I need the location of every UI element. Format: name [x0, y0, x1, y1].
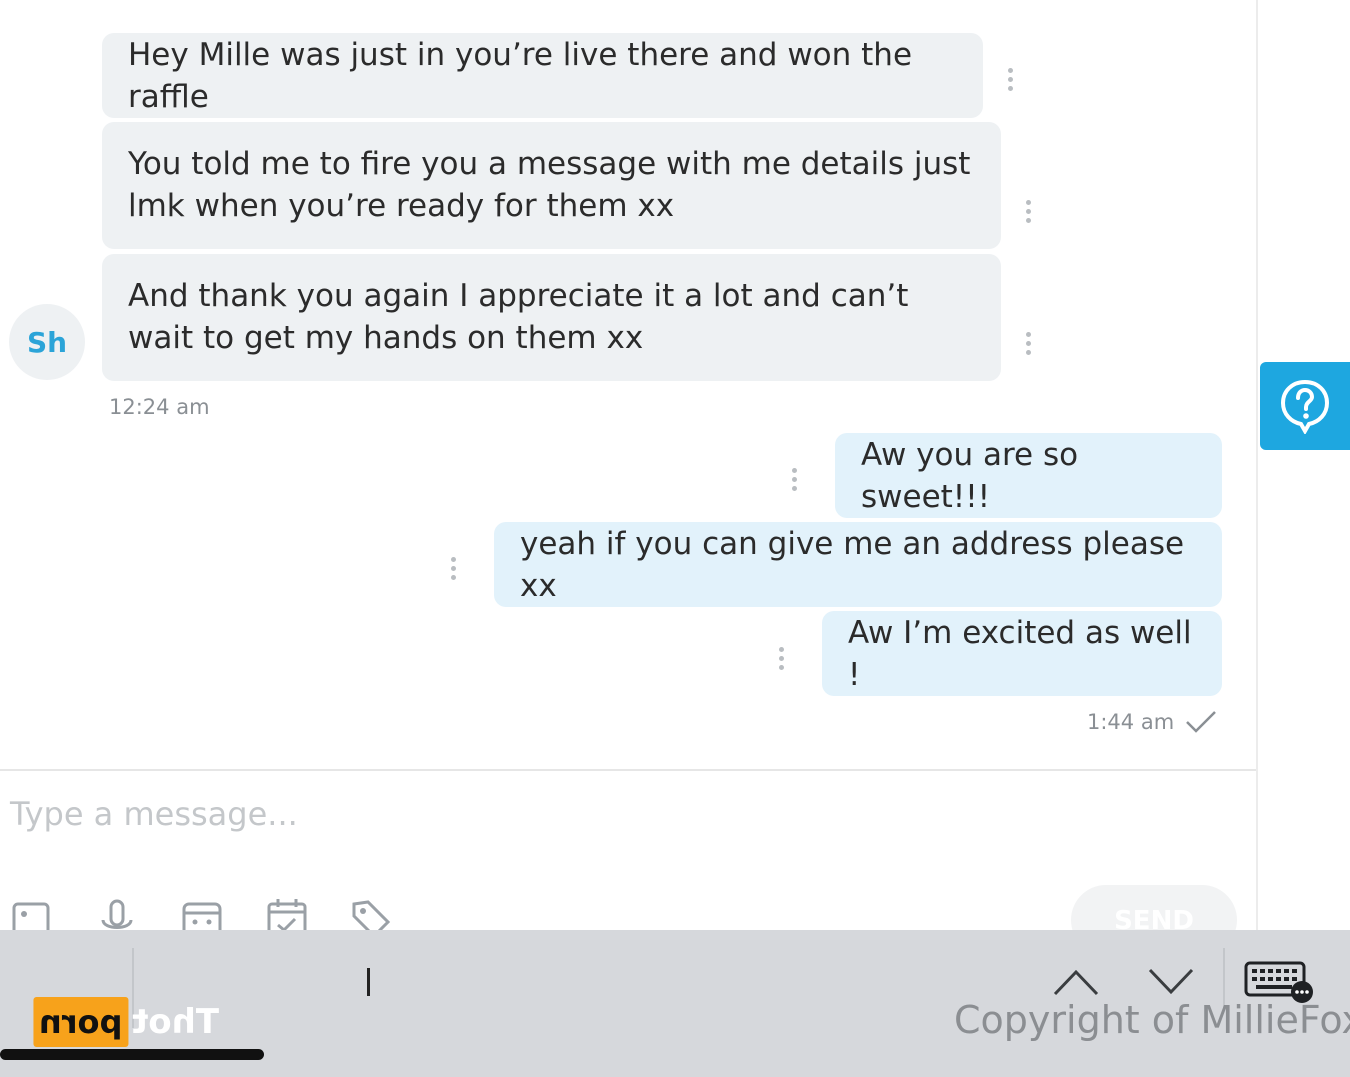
incoming-message[interactable]: And thank you again I appreciate it a lo… — [102, 254, 1001, 381]
read-check-icon — [1186, 711, 1217, 733]
incoming-message[interactable]: Hey Mille was just in you’re live there … — [102, 33, 983, 118]
watermark-text: Copyright of MillieFox — [954, 998, 1350, 1042]
question-icon — [1280, 379, 1330, 434]
outgoing-message[interactable]: Aw you are so sweet!!! — [835, 433, 1222, 518]
message-options-icon[interactable] — [1026, 332, 1032, 358]
chevron-up-icon[interactable] — [1052, 962, 1100, 1002]
outgoing-message[interactable]: yeah if you can give me an address pleas… — [494, 522, 1222, 607]
message-input[interactable]: Type a message... — [10, 795, 298, 833]
logo-text: Thot — [132, 1002, 220, 1042]
message-input-placeholder: Type a message... — [10, 795, 298, 833]
text-cursor — [367, 968, 370, 996]
chat-thread: Hey Mille was just in you’re live there … — [0, 0, 1256, 770]
message-text: You told me to fire you a message with m… — [128, 146, 971, 224]
composer-divider — [0, 769, 1256, 771]
message-options-icon[interactable] — [1026, 200, 1032, 226]
message-options-icon[interactable] — [1008, 68, 1014, 94]
outgoing-message[interactable]: Aw I’m excited as well ! — [822, 611, 1222, 696]
message-options-icon[interactable] — [779, 647, 785, 673]
chevron-down-icon[interactable] — [1147, 962, 1195, 1002]
message-options-icon[interactable] — [451, 557, 457, 583]
timestamp-text: 1:44 am — [1087, 710, 1175, 734]
outgoing-timestamp: 1:44 am — [1087, 709, 1218, 735]
incoming-timestamp: 12:24 am — [109, 395, 210, 419]
avatar-initials: Sh — [26, 325, 68, 359]
logo-box-text: porn — [33, 997, 129, 1047]
home-indicator — [0, 1049, 264, 1060]
message-options-icon[interactable] — [792, 468, 798, 494]
help-button[interactable] — [1260, 362, 1350, 450]
site-logo: porn Thot — [33, 997, 219, 1047]
message-text: Aw you are so sweet!!! — [861, 436, 1079, 515]
message-text: yeah if you can give me an address pleas… — [520, 525, 1185, 604]
message-text: Aw I’m excited as well ! — [848, 614, 1192, 693]
message-text: Hey Mille was just in you’re live there … — [128, 36, 913, 115]
incoming-message[interactable]: You told me to fire you a message with m… — [102, 122, 1001, 249]
panel-divider — [1256, 0, 1258, 930]
avatar[interactable]: Sh — [9, 304, 85, 380]
message-text: And thank you again I appreciate it a lo… — [128, 278, 909, 356]
